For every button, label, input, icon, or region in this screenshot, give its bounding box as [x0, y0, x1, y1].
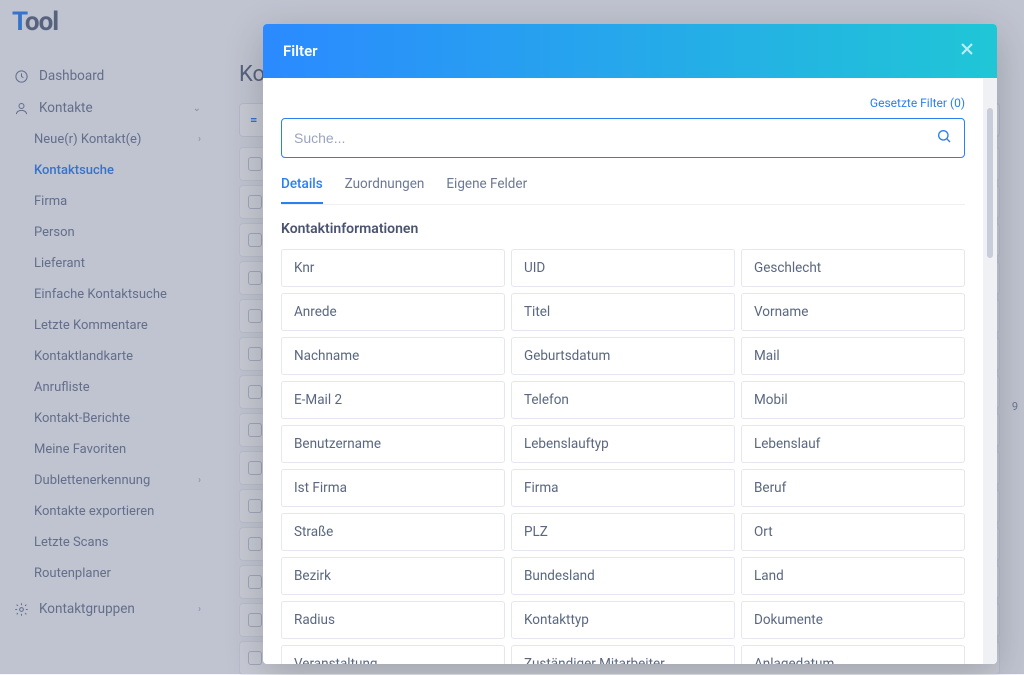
- field-lebenslauf[interactable]: Lebenslauf: [741, 425, 965, 463]
- search-icon[interactable]: [936, 128, 952, 148]
- close-icon: [957, 39, 977, 59]
- filter-search-wrap: [281, 118, 965, 158]
- field-radius[interactable]: Radius: [281, 601, 505, 639]
- filter-search-input[interactable]: [294, 130, 936, 146]
- field-mobil[interactable]: Mobil: [741, 381, 965, 419]
- tab-eigene-felder[interactable]: Eigene Felder: [446, 170, 527, 204]
- field-istfirma[interactable]: Ist Firma: [281, 469, 505, 507]
- field-firma[interactable]: Firma: [511, 469, 735, 507]
- field-benutzername[interactable]: Benutzername: [281, 425, 505, 463]
- field-anrede[interactable]: Anrede: [281, 293, 505, 331]
- tab-details[interactable]: Details: [281, 170, 323, 204]
- tab-zuordnungen[interactable]: Zuordnungen: [345, 170, 425, 204]
- field-uid[interactable]: UID: [511, 249, 735, 287]
- filter-tabs: Details Zuordnungen Eigene Felder: [281, 170, 965, 205]
- field-plz[interactable]: PLZ: [511, 513, 735, 551]
- modal-header: Filter: [263, 24, 997, 78]
- modal-title: Filter: [283, 42, 318, 60]
- field-land[interactable]: Land: [741, 557, 965, 595]
- modal-body: Gesetzte Filter (0) Details Zuordnungen …: [263, 78, 983, 664]
- field-anlagedatum[interactable]: Anlagedatum: [741, 645, 965, 664]
- field-geburtsdatum[interactable]: Geburtsdatum: [511, 337, 735, 375]
- filter-fields-grid: Knr UID Geschlecht Anrede Titel Vorname …: [281, 249, 965, 664]
- field-bezirk[interactable]: Bezirk: [281, 557, 505, 595]
- field-mitarbeiter[interactable]: Zuständiger Mitarbeiter: [511, 645, 735, 664]
- field-veranstaltung[interactable]: Veranstaltung: [281, 645, 505, 664]
- section-title: Kontaktinformationen: [281, 221, 965, 237]
- field-ort[interactable]: Ort: [741, 513, 965, 551]
- field-bundesland[interactable]: Bundesland: [511, 557, 735, 595]
- field-vorname[interactable]: Vorname: [741, 293, 965, 331]
- modal-close-button[interactable]: [957, 39, 977, 63]
- modal-scrollbar[interactable]: [983, 78, 997, 664]
- filter-modal: Filter Gesetzte Filter (0) Details Zuord…: [263, 24, 997, 664]
- field-mail[interactable]: Mail: [741, 337, 965, 375]
- field-telefon[interactable]: Telefon: [511, 381, 735, 419]
- field-geschlecht[interactable]: Geschlecht: [741, 249, 965, 287]
- field-strasse[interactable]: Straße: [281, 513, 505, 551]
- field-beruf[interactable]: Beruf: [741, 469, 965, 507]
- set-filters-link[interactable]: Gesetzte Filter (0): [281, 96, 965, 110]
- field-email2[interactable]: E-Mail 2: [281, 381, 505, 419]
- field-lebenslauftyp[interactable]: Lebenslauftyp: [511, 425, 735, 463]
- field-kontakttyp[interactable]: Kontakttyp: [511, 601, 735, 639]
- field-titel[interactable]: Titel: [511, 293, 735, 331]
- field-knr[interactable]: Knr: [281, 249, 505, 287]
- field-nachname[interactable]: Nachname: [281, 337, 505, 375]
- field-dokumente[interactable]: Dokumente: [741, 601, 965, 639]
